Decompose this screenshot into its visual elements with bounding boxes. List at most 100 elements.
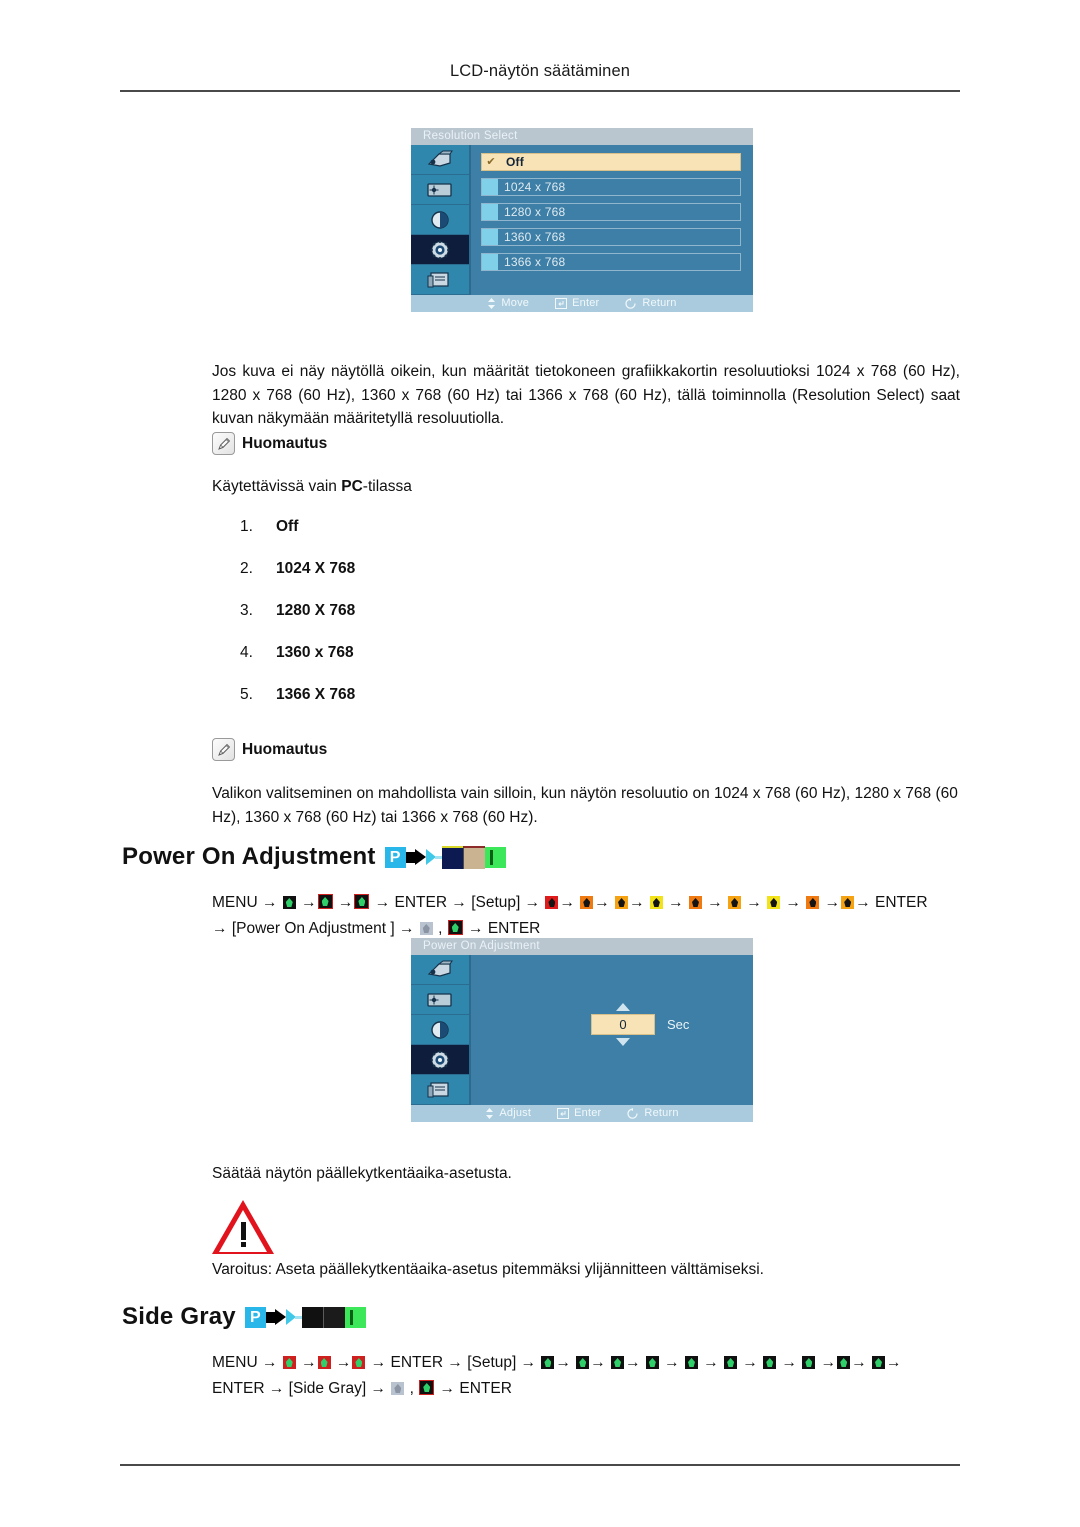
section-title: Power On Adjustment [122, 843, 376, 870]
exclamation-mark [240, 1222, 246, 1247]
menu-icon [611, 1356, 625, 1369]
option-row[interactable]: ✔ Off [481, 153, 741, 171]
option-row[interactable]: 1280 x 768 [481, 203, 741, 221]
sidebar-item-picture[interactable] [411, 955, 469, 985]
option-row[interactable]: 1024 x 768 [481, 178, 741, 196]
osd-resolution-select: Resolution Select ✔ Off 1024 x 768 1280 … [411, 128, 753, 312]
tan-screen-icon [462, 845, 485, 869]
menu-icon [580, 896, 594, 909]
list-item-label: 1360 x 768 [276, 644, 354, 661]
enter-key-icon [557, 1108, 570, 1119]
option-row[interactable]: 1366 x 768 [481, 253, 741, 271]
note-1-bold: PC [341, 478, 363, 495]
menu-icon [615, 896, 629, 909]
plug-icon [405, 847, 426, 868]
note-1-suffix: -tilassa [362, 478, 412, 495]
menu-icon [685, 1356, 698, 1369]
path-enter-3: ENTER [459, 1380, 512, 1397]
list-item-label: 1024 X 768 [276, 560, 356, 577]
menu-icon [545, 896, 559, 909]
osd-body: 0 Sec [411, 955, 753, 1105]
option-label: 1024 x 768 [504, 180, 566, 194]
osd-spinner-area: 0 Sec [471, 955, 753, 1105]
option-row[interactable]: 1360 x 768 [481, 228, 741, 246]
move-updown-icon [488, 298, 496, 309]
navy-screen-icon [441, 845, 463, 869]
menu-icon [645, 1356, 659, 1369]
sidebar-item-screen[interactable] [411, 985, 469, 1015]
sidebar-item-multi-control[interactable] [411, 1075, 469, 1105]
heading-icon-strip: P [384, 845, 506, 869]
picture-icon [427, 150, 453, 167]
sidebar-item-setup[interactable] [411, 235, 469, 265]
section-title: Side Gray [122, 1303, 236, 1330]
footer-move: Move [487, 295, 529, 312]
menu-icon [728, 896, 742, 909]
p-badge-icon: P [384, 846, 406, 868]
power-on-spinner[interactable]: 0 Sec [591, 1003, 689, 1046]
list-item-label: 1366 X 768 [276, 686, 356, 703]
path-setup: [Setup] [467, 1354, 517, 1371]
list-item-label: Off [276, 518, 299, 535]
note-2-text: Valikon valitseminen on mahdollista vain… [212, 785, 958, 826]
screen-icon [427, 992, 452, 1007]
warning-text: Varoitus: Aseta päällekytkentäaika-asetu… [212, 1261, 764, 1278]
screen-icon [427, 182, 452, 197]
setup-gear-icon [430, 1049, 450, 1070]
footer-enter-label: Enter [574, 1107, 602, 1119]
power-on-value[interactable]: 0 [591, 1014, 655, 1035]
sidebar-item-contrast[interactable] [411, 205, 469, 235]
dark-screen2-icon [322, 1306, 345, 1328]
sidebar-item-contrast[interactable] [411, 1015, 469, 1045]
enter-key-icon [555, 298, 568, 309]
setup-gear-icon [430, 239, 450, 260]
list-item: 2. 1024 X 768 [240, 560, 355, 602]
note-heading-2: Huomautus [212, 738, 327, 761]
list-item-number: 2. [240, 560, 253, 577]
list-item-number: 1. [240, 518, 253, 535]
list-item: 5. 1366 X 768 [240, 686, 355, 728]
path-item-power-on: [Power On Adjustment ] [231, 920, 395, 937]
osd-footer: Adjust Enter Return [411, 1105, 753, 1122]
intro-paragraph: Jos kuva ei näy näytöllä oikein, kun mää… [212, 363, 960, 427]
option-marker-icon [482, 254, 498, 270]
option-marker-icon [482, 229, 498, 245]
increase-arrow-icon[interactable] [616, 1003, 630, 1011]
menu-icon [317, 894, 333, 909]
menu-icon [419, 922, 433, 935]
document-page: LCD-näytön säätäminen Resolution Select [0, 0, 1080, 1527]
osd-title-bar: Resolution Select [411, 128, 753, 145]
sidebar-item-screen[interactable] [411, 175, 469, 205]
return-arrow-icon [627, 1108, 639, 1119]
path-item-side-gray: [Side Gray] [288, 1380, 367, 1397]
list-item-label: 1280 X 768 [276, 602, 356, 619]
footer-adjust-label: Adjust [499, 1107, 532, 1119]
decrease-arrow-icon[interactable] [616, 1038, 630, 1046]
path-enter-3: ENTER [487, 920, 541, 937]
osd-power-on-adjustment: Power On Adjustment 0 Sec Adjust Enter R… [411, 938, 753, 1122]
warning-triangle-icon [212, 1200, 274, 1254]
footer-return-label: Return [642, 297, 677, 309]
note-label: Huomautus [242, 740, 328, 758]
note-pencil-icon [212, 738, 235, 761]
menu-icon [689, 896, 702, 909]
menu-icon [419, 1380, 435, 1395]
menu-icon [837, 1356, 851, 1369]
connector-icon [425, 847, 442, 868]
dark-screen-icon [301, 1306, 323, 1328]
footer-move-label: Move [501, 297, 530, 309]
path-enter-2: ENTER [212, 1380, 265, 1397]
contrast-icon [431, 210, 449, 229]
menu-icon [649, 896, 663, 909]
sidebar-item-setup[interactable] [411, 1045, 469, 1075]
power-on-unit: Sec [667, 1017, 690, 1032]
list-item: 4. 1360 x 768 [240, 644, 355, 686]
menu-icon [282, 896, 296, 909]
menu-path-side-gray: MENU → → → → ENTER → [Setup] → → → → → →… [212, 1354, 902, 1397]
section-heading-power-on: Power On Adjustment P [122, 843, 506, 871]
option-label: 1366 x 768 [504, 255, 566, 269]
footer-return: Return [627, 1105, 678, 1122]
sidebar-item-multi-control[interactable] [411, 265, 469, 295]
sidebar-item-picture[interactable] [411, 145, 469, 175]
path-setup: [Setup] [471, 894, 521, 911]
